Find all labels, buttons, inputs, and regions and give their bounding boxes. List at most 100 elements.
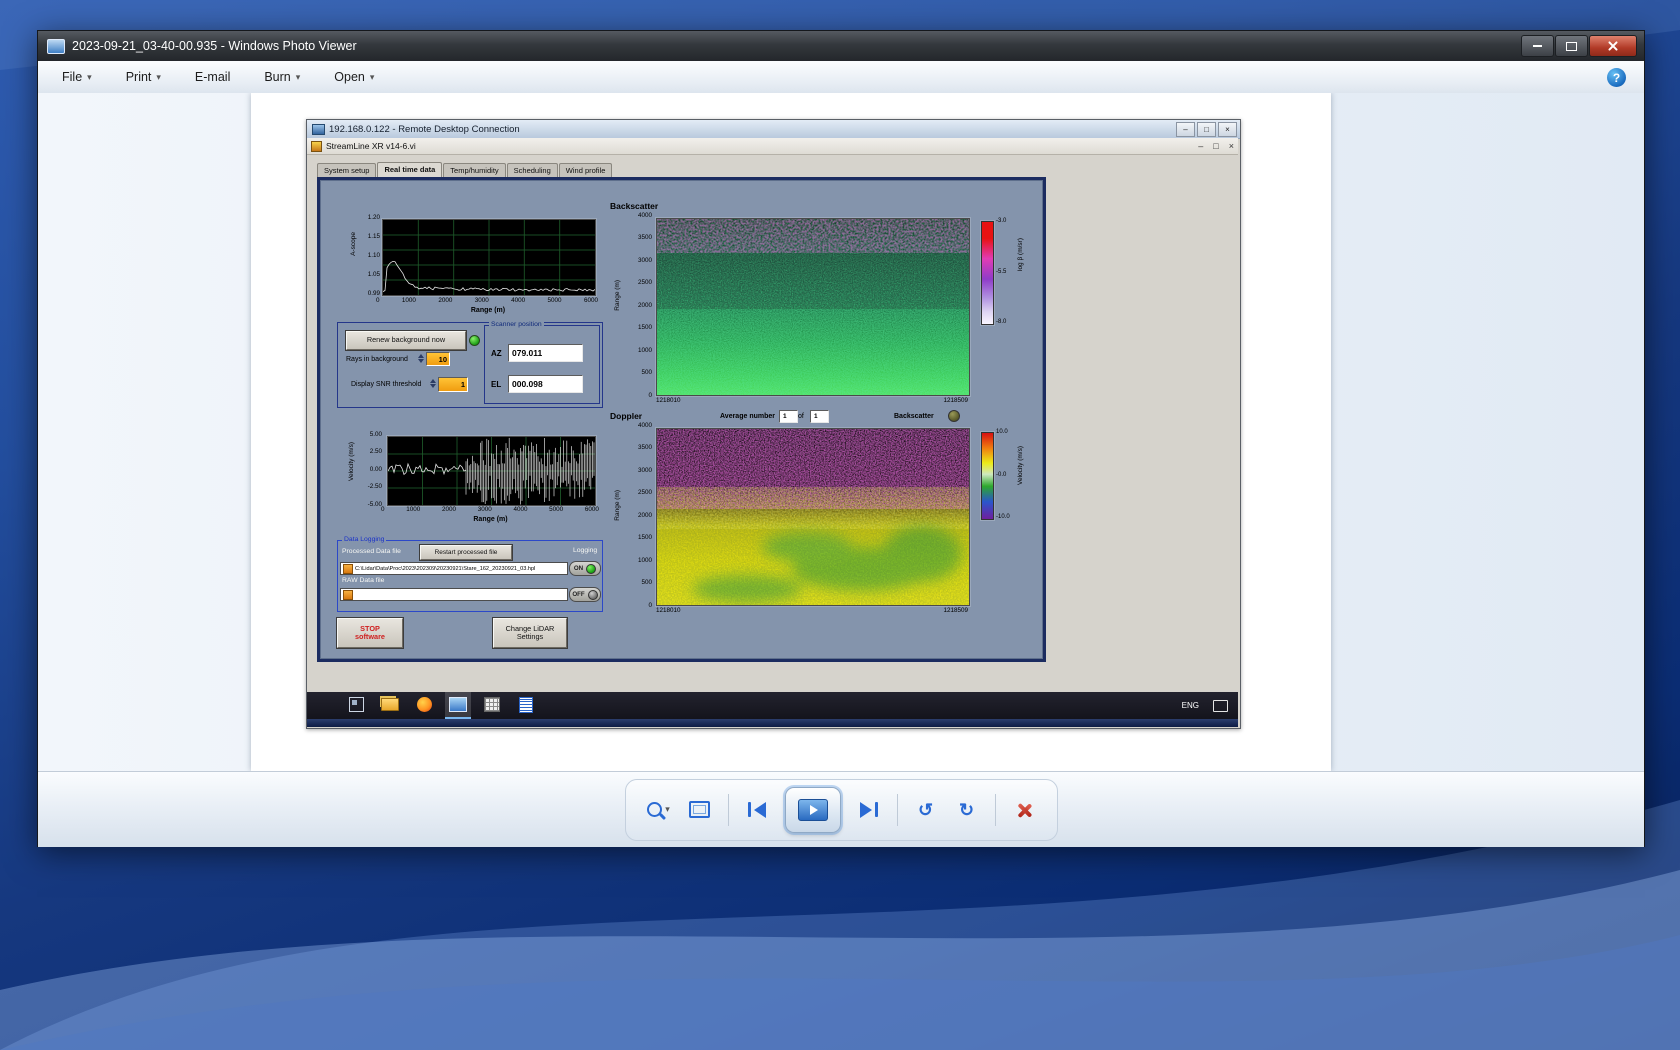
rdp-window: 192.168.0.122 - Remote Desktop Connectio… bbox=[306, 119, 1241, 729]
next-button[interactable] bbox=[856, 793, 882, 827]
velocity-xtick: 5000 bbox=[549, 507, 563, 513]
app-title: StreamLine XR v14-6.vi bbox=[326, 141, 416, 151]
renew-background-button[interactable]: Renew background now bbox=[346, 331, 466, 350]
velocity-ytick: 5.00 bbox=[370, 432, 382, 438]
restart-processed-button[interactable]: Restart processed file bbox=[420, 545, 512, 560]
az-value: 079.011 bbox=[508, 344, 583, 362]
play-icon bbox=[810, 805, 818, 815]
photo: 192.168.0.122 - Remote Desktop Connectio… bbox=[251, 93, 1331, 771]
backscatter-ytick: 3000 bbox=[638, 258, 652, 264]
menu-file[interactable]: File▾ bbox=[52, 66, 102, 88]
tab-real-time-data[interactable]: Real time data bbox=[377, 162, 442, 178]
tab-wind-profile[interactable]: Wind profile bbox=[559, 163, 613, 177]
backscatter-cbar-tick: -8.0 bbox=[996, 319, 1006, 325]
app-close-icon[interactable]: × bbox=[1229, 141, 1234, 151]
tab-bar: System setupReal time dataTemp/humidityS… bbox=[317, 161, 613, 177]
display-icon[interactable] bbox=[1213, 700, 1228, 712]
ascope-xtick: 0 bbox=[376, 298, 380, 304]
menu-burn[interactable]: Burn▾ bbox=[254, 66, 310, 88]
display-size-icon bbox=[689, 801, 710, 818]
change-line2: Settings bbox=[517, 633, 543, 641]
backscatter-ytick: 1500 bbox=[638, 325, 652, 331]
backscatter-xtick: 1218509 bbox=[943, 398, 968, 404]
rdp-computer-icon bbox=[312, 124, 325, 135]
processed-logging-toggle[interactable]: ON bbox=[569, 561, 601, 576]
backscatter-mode-led[interactable] bbox=[948, 410, 960, 422]
velocity-xtick: 3000 bbox=[478, 507, 492, 513]
processed-path-field[interactable]: C:\Lidar\Data\Proc\2023\202309\20230921\… bbox=[340, 562, 568, 575]
average-of-label: of bbox=[798, 413, 804, 420]
menu-open[interactable]: Open ▾ bbox=[324, 66, 384, 88]
doppler-ylabel: Range (m) bbox=[614, 490, 621, 521]
app-minimize-icon[interactable]: – bbox=[1198, 141, 1203, 151]
tab-scheduling[interactable]: Scheduling bbox=[507, 163, 558, 177]
remote-taskbar: ENG bbox=[307, 692, 1238, 719]
media-grid-icon[interactable] bbox=[479, 692, 505, 719]
menu-print[interactable]: Print▾ bbox=[116, 66, 171, 88]
delete-button[interactable] bbox=[1011, 793, 1037, 827]
display-size-button[interactable] bbox=[687, 793, 713, 827]
rotate-left-button[interactable]: ↺ bbox=[913, 793, 939, 827]
close-button[interactable] bbox=[1589, 35, 1637, 57]
backscatter-cbar-tick: -3.0 bbox=[996, 218, 1006, 224]
rotate-right-button[interactable]: ↻ bbox=[954, 793, 980, 827]
doppler-ytick: 1500 bbox=[638, 535, 652, 541]
doppler-cbar-tick: -0.0 bbox=[996, 472, 1006, 478]
language-indicator[interactable]: ENG bbox=[1178, 698, 1203, 713]
tab-system-setup[interactable]: System setup bbox=[317, 163, 376, 177]
photo-app-icon[interactable] bbox=[445, 692, 471, 719]
velocity-xtick: 6000 bbox=[585, 507, 599, 513]
tab-temp-humidity[interactable]: Temp/humidity bbox=[443, 163, 505, 177]
slideshow-button[interactable] bbox=[785, 787, 841, 833]
rdp-titlebar: 192.168.0.122 - Remote Desktop Connectio… bbox=[307, 120, 1240, 139]
menu-label: Open bbox=[334, 70, 365, 84]
snr-spinner[interactable] bbox=[430, 377, 436, 390]
velocity-xtick: 0 bbox=[381, 507, 385, 513]
task-view-icon[interactable] bbox=[343, 692, 369, 719]
desktop: 2023-09-21_03-40-00.935 - Windows Photo … bbox=[0, 0, 1680, 1050]
chevron-down-icon: ▾ bbox=[370, 72, 375, 83]
photo-viewer-toolbar: ▾ ↺ ↻ bbox=[38, 771, 1644, 847]
menu-email[interactable]: E-mail bbox=[185, 66, 240, 88]
menu-label: E-mail bbox=[195, 70, 230, 84]
backscatter-colorbar bbox=[981, 221, 994, 325]
toolbar-separator bbox=[995, 794, 996, 826]
minimize-button[interactable] bbox=[1521, 35, 1554, 57]
photo-viewer-app-icon bbox=[47, 39, 65, 54]
snr-value[interactable]: 1 bbox=[438, 377, 468, 392]
change-lidar-settings-button[interactable]: Change LiDAR Settings bbox=[493, 618, 567, 648]
rays-spinner[interactable] bbox=[418, 352, 424, 364]
snr-label: Display SNR threshold bbox=[351, 381, 421, 388]
app-restore-icon[interactable]: □ bbox=[1213, 141, 1218, 151]
zoom-button[interactable]: ▾ bbox=[646, 793, 672, 827]
path-browse-icon[interactable] bbox=[343, 564, 353, 574]
maximize-button[interactable] bbox=[1555, 35, 1588, 57]
chevron-down-icon: ▾ bbox=[665, 804, 670, 815]
notes-app-icon[interactable] bbox=[513, 692, 539, 719]
backscatter-xticks: 12180101218509 bbox=[656, 398, 968, 404]
rdp-close-button[interactable]: × bbox=[1218, 122, 1237, 137]
menu-label: File bbox=[62, 70, 82, 84]
rdp-maximize-button[interactable]: □ bbox=[1197, 122, 1216, 137]
path-browse-icon[interactable] bbox=[343, 590, 353, 600]
backscatter-ytick: 1000 bbox=[638, 348, 652, 354]
backscatter-ytick: 500 bbox=[641, 370, 652, 376]
previous-button[interactable] bbox=[744, 793, 770, 827]
help-icon[interactable]: ? bbox=[1607, 68, 1626, 87]
file-explorer-icon[interactable] bbox=[377, 692, 403, 719]
toolbar-separator bbox=[897, 794, 898, 826]
raw-logging-toggle[interactable]: OFF bbox=[569, 587, 601, 602]
firefox-icon[interactable] bbox=[411, 692, 437, 719]
stop-software-button[interactable]: STOP software bbox=[337, 618, 403, 648]
ascope-ytick: 1.10 bbox=[368, 253, 380, 259]
raw-path-field[interactable] bbox=[340, 588, 568, 601]
background-led bbox=[469, 335, 480, 346]
window-title: 2023-09-21_03-40-00.935 - Windows Photo … bbox=[72, 39, 357, 53]
rdp-minimize-button[interactable]: – bbox=[1176, 122, 1195, 137]
rays-value[interactable]: 10 bbox=[426, 352, 450, 366]
average-number-value[interactable]: 1 bbox=[779, 410, 798, 423]
photo-viewer-titlebar[interactable]: 2023-09-21_03-40-00.935 - Windows Photo … bbox=[38, 31, 1644, 61]
doppler-title: Doppler bbox=[610, 411, 642, 421]
main-panel: A-scope 1.201.151.101.050.99 01000200030… bbox=[317, 177, 1046, 662]
velocity-ytick: 2.50 bbox=[370, 449, 382, 455]
